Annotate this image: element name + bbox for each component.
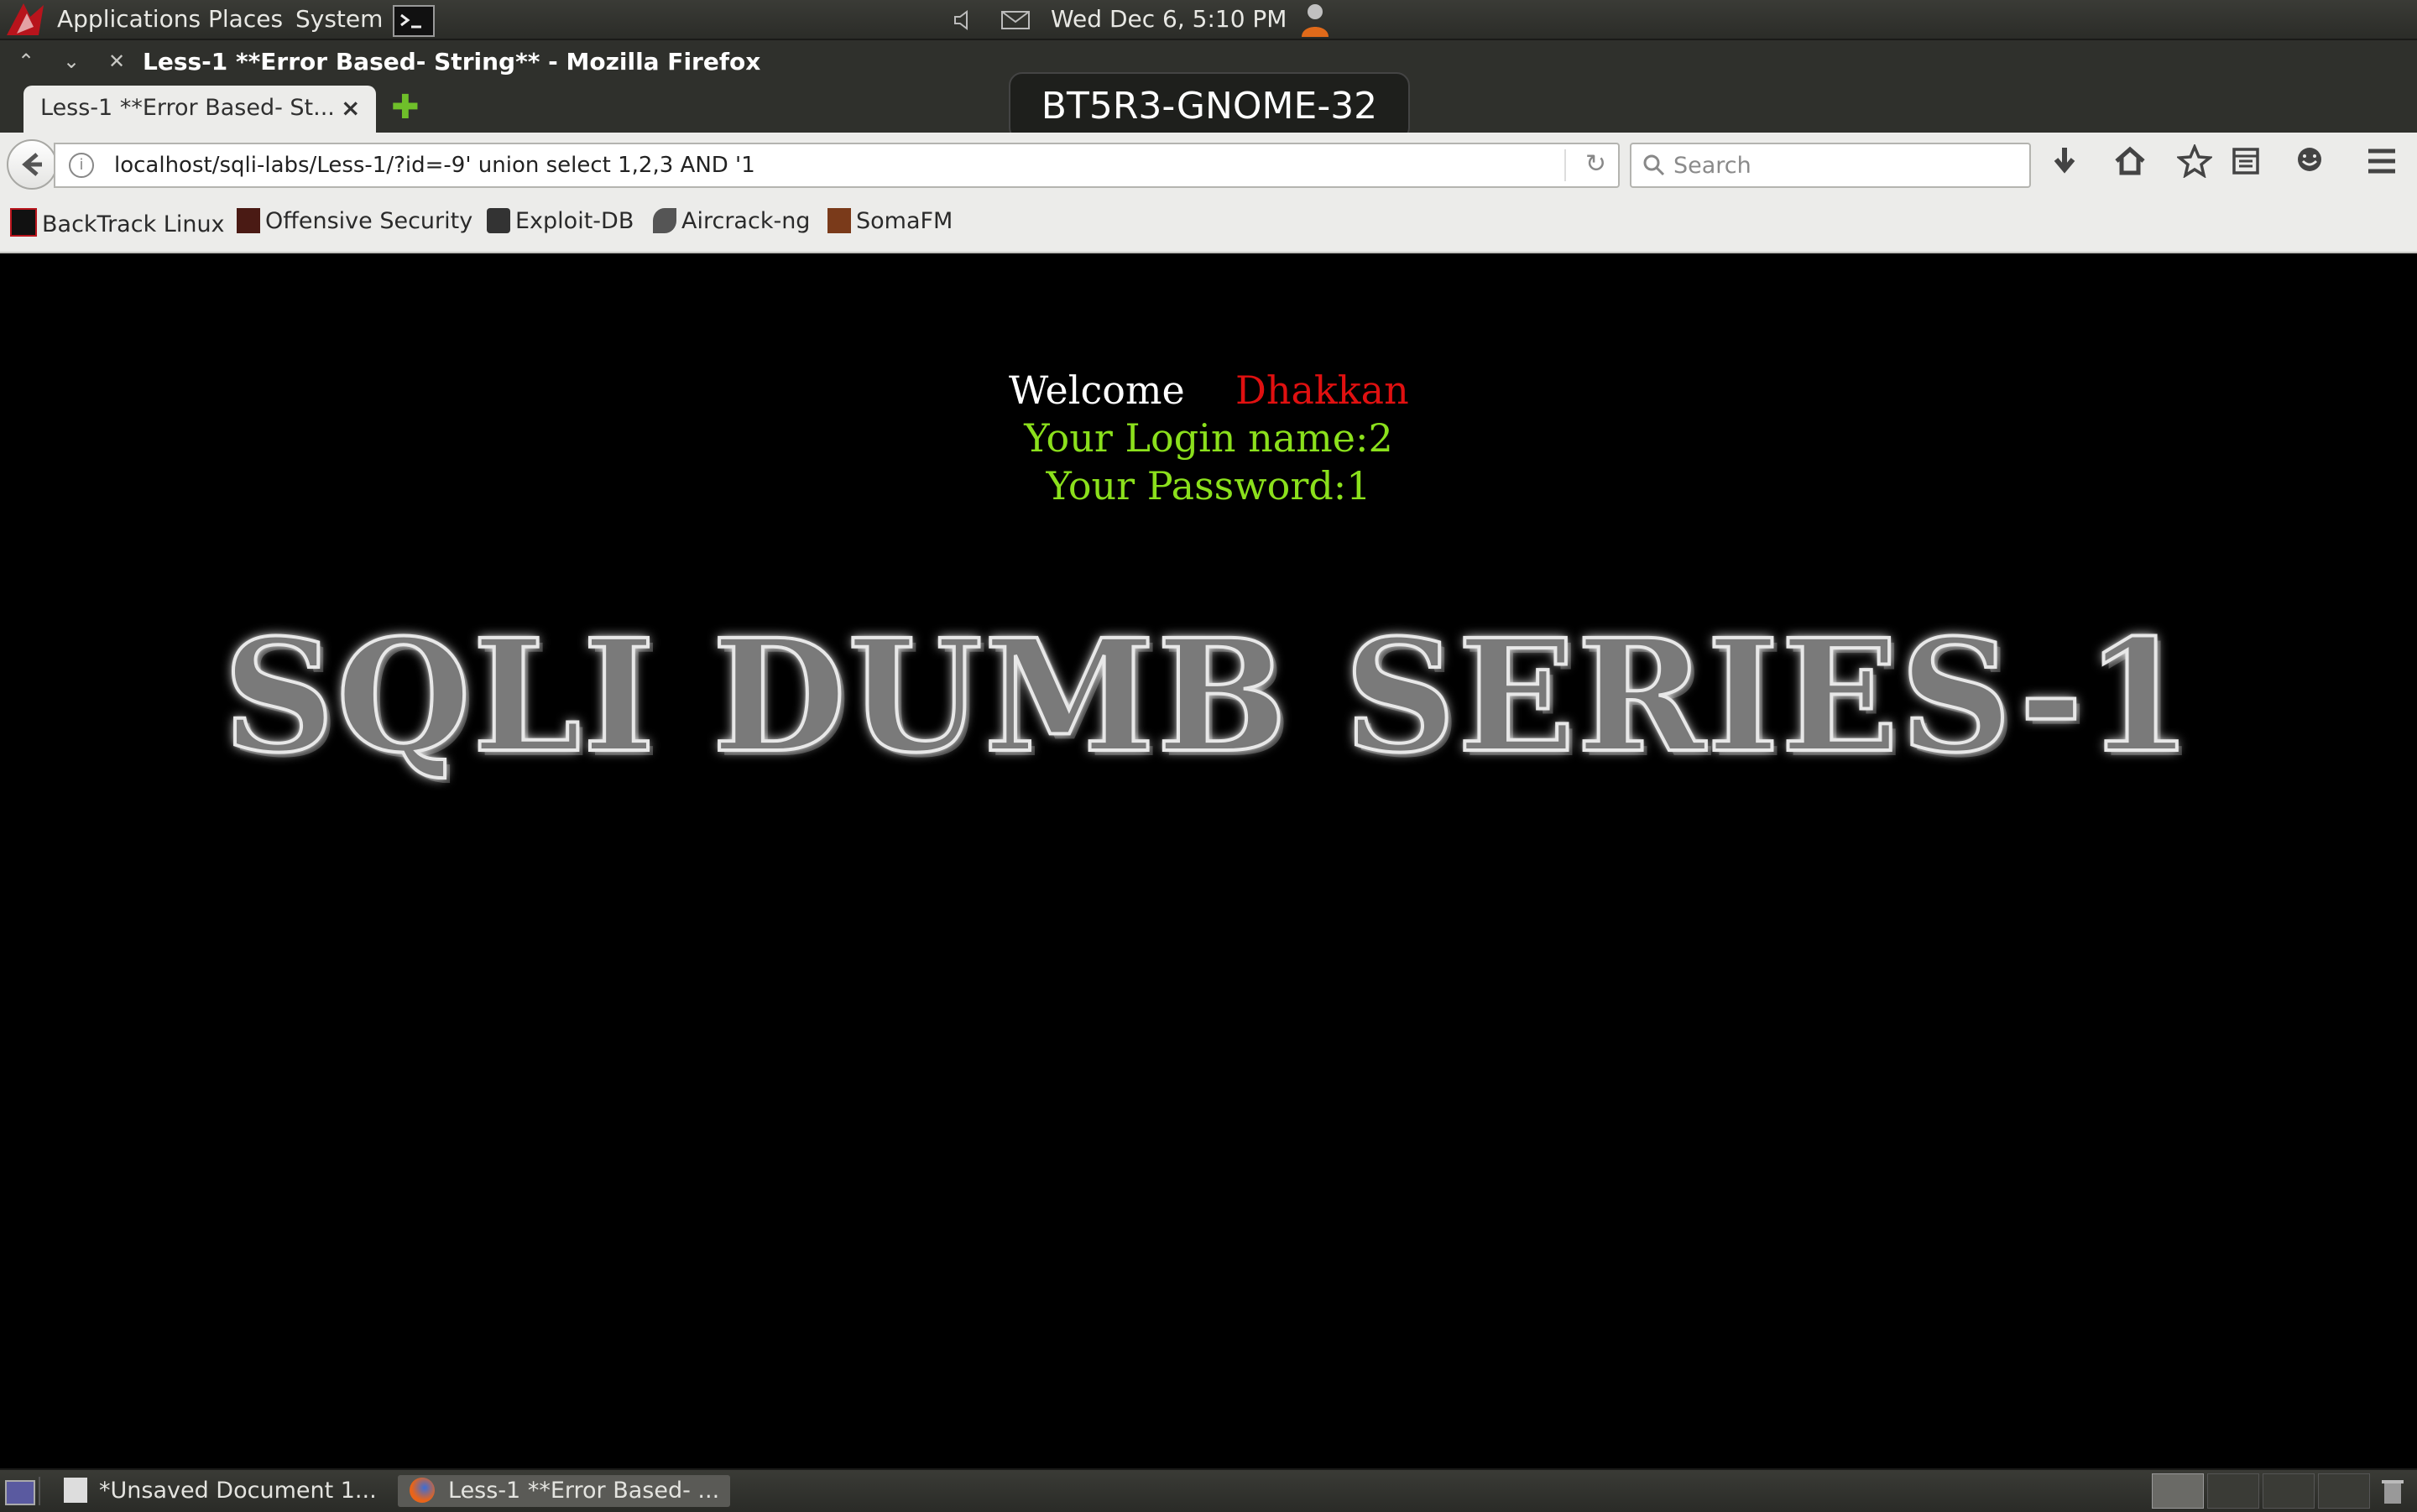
taskbar-item-firefox[interactable]: Less-1 **Error Based- ... (398, 1475, 730, 1507)
downloads-icon[interactable] (2051, 144, 2078, 185)
show-desktop-icon[interactable] (5, 1480, 35, 1505)
window-close-icon[interactable]: ✕ (104, 49, 129, 74)
sqli-dumb-series-banner: SQLI DUMB SERIES-1 (222, 604, 2195, 789)
bookmark-label: Exploit-DB (515, 208, 634, 234)
search-field[interactable]: Search (1630, 143, 2031, 188)
mail-icon[interactable] (1000, 8, 1031, 35)
window-title: Less-1 **Error Based- String** - Mozilla… (143, 48, 761, 76)
search-icon (1643, 154, 1665, 176)
login-name-line: Your Login name:2 (1024, 415, 1393, 461)
volume-icon[interactable] (952, 8, 974, 35)
somafm-favicon-icon (827, 208, 851, 233)
bookmark-label: Offensive Security (265, 208, 473, 234)
new-tab-plus-icon[interactable]: ✚ (391, 91, 420, 124)
reader-list-icon[interactable] (2231, 144, 2261, 185)
tab-less-1[interactable]: Less-1 **Error Based- St... × (23, 86, 376, 133)
welcome-name: Dhakkan (1235, 368, 1409, 413)
bookmark-star-icon[interactable] (2175, 143, 2214, 185)
url-input[interactable]: localhost/sqli-labs/Less-1/?id=-9' union… (114, 153, 755, 178)
workspace-3[interactable] (2263, 1473, 2315, 1509)
page-content: Welcome Dhakkan Your Login name:2 Your P… (0, 253, 2417, 1468)
reload-icon[interactable]: ↻ (1585, 149, 1606, 179)
taskbar-separator (39, 1477, 40, 1505)
trash-icon[interactable] (2380, 1477, 2405, 1505)
back-button[interactable] (7, 139, 57, 190)
backtrack-logo-icon[interactable] (5, 2, 50, 40)
window-minimize-icon[interactable]: ⌃ (13, 49, 39, 74)
text-editor-icon (64, 1478, 87, 1503)
taskbar-item-label: *Unsaved Document 1... (99, 1478, 377, 1504)
bookmark-aircrack-ng[interactable]: Aircrack-ng (653, 208, 810, 234)
taskbar-item-label: Less-1 **Error Based- ... (448, 1478, 720, 1504)
places-menu[interactable]: Places (208, 5, 283, 33)
back-arrow-icon (22, 153, 42, 176)
bookmark-exploit-db[interactable]: Exploit-DB (487, 208, 634, 234)
system-menu[interactable]: System (295, 5, 383, 33)
hostname-badge: BT5R3-GNOME-32 (1009, 72, 1410, 141)
navigation-toolbar: i localhost/sqli-labs/Less-1/?id=-9' uni… (0, 133, 2417, 196)
workspace-1-firefox-icon[interactable] (2152, 1473, 2204, 1509)
applications-menu[interactable]: Applications (57, 5, 201, 33)
offensive-security-favicon-icon (237, 208, 260, 233)
bookmarks-toolbar: BackTrack Linux Offensive Security Explo… (0, 196, 2417, 253)
bookmark-label: BackTrack Linux (42, 211, 225, 237)
bookmark-label: Aircrack-ng (681, 208, 811, 234)
workspace-4[interactable] (2318, 1473, 2370, 1509)
tab-label: Less-1 **Error Based- St... (40, 95, 335, 121)
welcome-label: Welcome (1009, 368, 1185, 413)
tab-close-icon[interactable]: × (341, 94, 360, 122)
bookmark-somafm[interactable]: SomaFM (827, 208, 953, 234)
bookmark-offensive-security[interactable]: Offensive Security (237, 208, 472, 234)
password-line: Your Password:1 (1046, 463, 1371, 508)
aircrack-favicon-icon (653, 208, 676, 233)
bookmark-backtrack-linux[interactable]: BackTrack Linux (10, 208, 225, 237)
terminal-launcher-icon[interactable] (393, 5, 435, 37)
exploit-db-favicon-icon (487, 208, 510, 233)
hostname-text: BT5R3-GNOME-32 (1041, 85, 1378, 128)
workspace-2[interactable] (2207, 1473, 2259, 1509)
firefox-icon (410, 1478, 435, 1503)
site-info-icon[interactable]: i (69, 153, 94, 178)
bookmark-label: SomaFM (856, 208, 953, 234)
user-switcher-icon[interactable] (1297, 2, 1333, 42)
search-placeholder: Search (1673, 153, 1751, 179)
taskbar-item-text-editor[interactable]: *Unsaved Document 1... (64, 1475, 383, 1507)
clock[interactable]: Wed Dec 6, 5:10 PM (1051, 5, 1287, 33)
gnome-top-panel: Applications Places System Wed Dec 6, 5:… (0, 0, 2417, 40)
backtrack-favicon-icon (10, 208, 37, 237)
urlbar-divider (1564, 149, 1566, 181)
home-icon[interactable] (2113, 144, 2147, 185)
url-bar[interactable]: i localhost/sqli-labs/Less-1/?id=-9' uni… (54, 143, 1620, 188)
chat-smiley-icon[interactable] (2293, 144, 2326, 185)
gnome-bottom-panel: *Unsaved Document 1... Less-1 **Error Ba… (0, 1468, 2417, 1512)
hamburger-menu-icon[interactable] (2365, 144, 2399, 185)
window-maximize-icon[interactable]: ⌄ (59, 49, 84, 74)
